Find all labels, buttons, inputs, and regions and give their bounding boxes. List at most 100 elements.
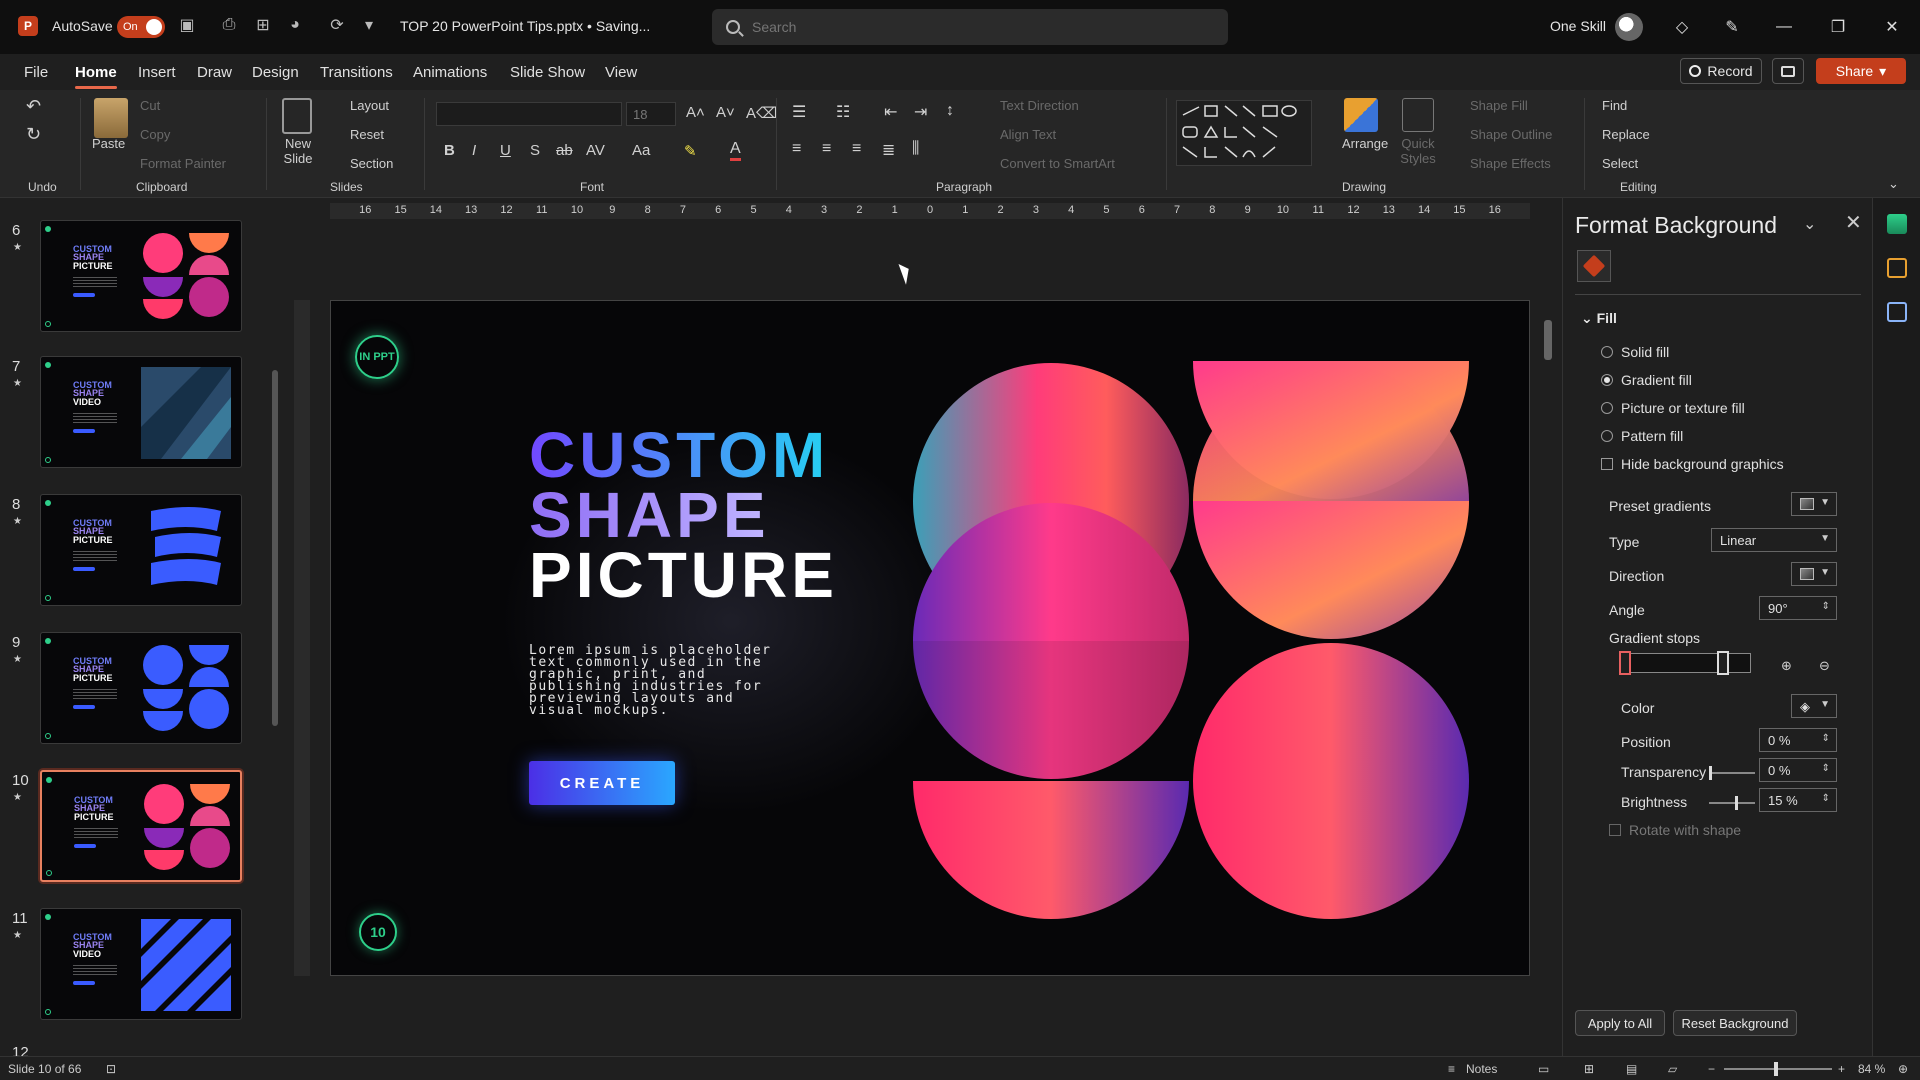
paste-label[interactable]: Paste <box>92 136 125 151</box>
tab-design[interactable]: Design <box>252 64 299 81</box>
italic-icon[interactable]: I <box>472 142 476 159</box>
align-right-icon[interactable]: ≡ <box>852 140 861 158</box>
tab-insert[interactable]: Insert <box>138 64 176 81</box>
text-direction-button[interactable]: Text Direction <box>1000 98 1079 113</box>
tab-draw[interactable]: Draw <box>197 64 232 81</box>
change-case-icon[interactable]: Aa <box>632 142 650 159</box>
cut-button[interactable]: Cut <box>140 98 160 113</box>
angle-spinner[interactable]: 90° ⇕ <box>1759 596 1837 620</box>
tab-view[interactable]: View <box>605 64 637 81</box>
slide-title-line-2[interactable]: SHAPE <box>529 483 770 547</box>
radio[interactable] <box>1601 346 1613 358</box>
normal-view-icon[interactable]: ▭ <box>1538 1062 1549 1076</box>
color-picker-dropdown[interactable]: ◈ ▼ <box>1791 694 1837 718</box>
align-center-icon[interactable]: ≡ <box>822 140 831 158</box>
rotate-with-shape-option[interactable]: Rotate with shape <box>1609 822 1741 838</box>
create-button[interactable]: CREATE <box>529 761 675 805</box>
reset-button[interactable]: Reset <box>350 127 384 142</box>
gradient-stop-2[interactable] <box>1717 651 1729 675</box>
slide-title-line-1[interactable]: CUSTOM <box>529 423 829 487</box>
zoom-out-icon[interactable]: − <box>1708 1062 1715 1076</box>
layout-icon[interactable]: ⊞ <box>252 14 274 36</box>
radio[interactable] <box>1601 430 1613 442</box>
accessibility-icon[interactable]: ⊡ <box>106 1062 116 1076</box>
share-button[interactable]: Share ▾ <box>1816 58 1906 84</box>
slide-thumbnail[interactable]: CUSTOM SHAPE VIDEO <box>40 908 242 1020</box>
underline-icon[interactable]: U <box>500 142 511 159</box>
type-dropdown[interactable]: Linear ▼ <box>1711 528 1837 552</box>
numbering-icon[interactable]: ☷ <box>836 102 850 122</box>
search-input[interactable] <box>752 19 1212 35</box>
print-icon[interactable]: ⎙ <box>218 14 240 36</box>
slideshow-icon[interactable]: ▱ <box>1668 1062 1677 1076</box>
custom-shape-picture[interactable] <box>911 361 1471 921</box>
slide-sorter-icon[interactable]: ⊞ <box>1584 1062 1594 1076</box>
position-spinner[interactable]: 0 % ⇕ <box>1759 728 1837 752</box>
close-icon[interactable]: ✕ <box>1880 15 1904 39</box>
decrease-indent-icon[interactable]: ⇤ <box>884 102 897 122</box>
avatar[interactable] <box>1615 13 1643 41</box>
format-painter-button[interactable]: Format Painter <box>140 156 226 171</box>
slide-thumbnail[interactable]: CUSTOM SHAPE VIDEO <box>40 356 242 468</box>
brightness-slider[interactable] <box>1709 796 1755 810</box>
pane-close-icon[interactable]: ✕ <box>1845 210 1862 235</box>
font-color-icon[interactable]: A <box>730 140 741 161</box>
gradient-fill-option[interactable]: Gradient fill <box>1601 372 1692 388</box>
copy-button[interactable]: Copy <box>140 127 170 142</box>
checkbox[interactable] <box>1609 824 1621 836</box>
user-name[interactable]: One Skill <box>1550 18 1606 34</box>
slide-title-line-3[interactable]: PICTURE <box>529 543 838 607</box>
tab-file[interactable]: File <box>24 64 48 81</box>
preset-gradients-dropdown[interactable]: ▼ <box>1791 492 1837 516</box>
tab-home[interactable]: Home <box>75 64 117 89</box>
solid-fill-option[interactable]: Solid fill <box>1601 344 1669 360</box>
minimize-icon[interactable]: — <box>1772 15 1796 39</box>
shadow-icon[interactable]: S <box>530 142 540 159</box>
apply-to-all-button[interactable]: Apply to All <box>1575 1010 1665 1036</box>
section-button[interactable]: Section <box>350 156 393 171</box>
grow-font-icon[interactable]: A˄ <box>686 104 705 121</box>
align-text-button[interactable]: Align Text <box>1000 127 1056 142</box>
fit-to-window-icon[interactable]: ⊕ <box>1898 1062 1908 1076</box>
fill-tab[interactable] <box>1577 250 1611 282</box>
clear-format-icon[interactable]: A⌫ <box>746 104 777 122</box>
paste-icon[interactable] <box>94 98 128 138</box>
slide-thumbnail[interactable]: CUSTOM SHAPE PICTURE <box>40 770 242 882</box>
strikethrough-icon[interactable]: ab <box>556 142 573 159</box>
align-left-icon[interactable]: ≡ <box>792 140 801 158</box>
columns-icon[interactable]: ⫼ <box>912 140 919 158</box>
zoom-in-icon[interactable]: + <box>1838 1062 1845 1076</box>
tab-animations[interactable]: Animations <box>413 64 487 81</box>
bold-icon[interactable]: B <box>444 142 455 159</box>
pane-options-chevron-icon[interactable]: ⌄ <box>1803 214 1816 234</box>
customize-qat-icon[interactable]: ▾ <box>358 14 380 36</box>
layout-button[interactable]: Layout <box>350 98 389 113</box>
arrange-button[interactable]: Arrange <box>1342 136 1388 151</box>
search-box[interactable] <box>712 9 1228 45</box>
slide-thumbnail[interactable]: CUSTOM SHAPE PICTURE <box>40 632 242 744</box>
shape-effects-button[interactable]: Shape Effects <box>1470 156 1551 171</box>
undo-icon[interactable]: ↶ <box>26 96 41 117</box>
zoom-slider[interactable] <box>1724 1062 1832 1076</box>
magic-icon[interactable]: ⟳ <box>326 14 348 36</box>
quick-styles-icon[interactable] <box>1402 98 1434 132</box>
radio[interactable] <box>1601 402 1613 414</box>
char-spacing-icon[interactable]: AV <box>586 142 605 159</box>
select-button[interactable]: Select <box>1602 156 1638 171</box>
redo-icon[interactable]: ↻ <box>26 124 41 145</box>
shrink-font-icon[interactable]: A˅ <box>716 104 735 121</box>
pen-icon[interactable]: ✎ <box>1720 15 1744 39</box>
transparency-slider[interactable] <box>1709 766 1755 780</box>
notes-icon[interactable]: ≡ <box>1448 1062 1455 1076</box>
collapse-ribbon-icon[interactable]: ⌄ <box>1888 176 1899 192</box>
tab-slide-show[interactable]: Slide Show <box>510 64 585 81</box>
fill-section-header[interactable]: ⌄ Fill <box>1581 310 1617 327</box>
slide-thumbnail[interactable]: CUSTOM SHAPE PICTURE <box>40 220 242 332</box>
shape-outline-button[interactable]: Shape Outline <box>1470 127 1552 142</box>
bullets-icon[interactable]: ☰ <box>792 102 806 122</box>
reset-background-button[interactable]: Reset Background <box>1673 1010 1797 1036</box>
transparency-spinner[interactable]: 0 % ⇕ <box>1759 758 1837 782</box>
new-slide-button[interactable]: New Slide <box>278 136 318 166</box>
reading-view-icon[interactable]: ▤ <box>1626 1062 1637 1076</box>
document-title[interactable]: TOP 20 PowerPoint Tips.pptx • Saving... <box>400 18 650 34</box>
